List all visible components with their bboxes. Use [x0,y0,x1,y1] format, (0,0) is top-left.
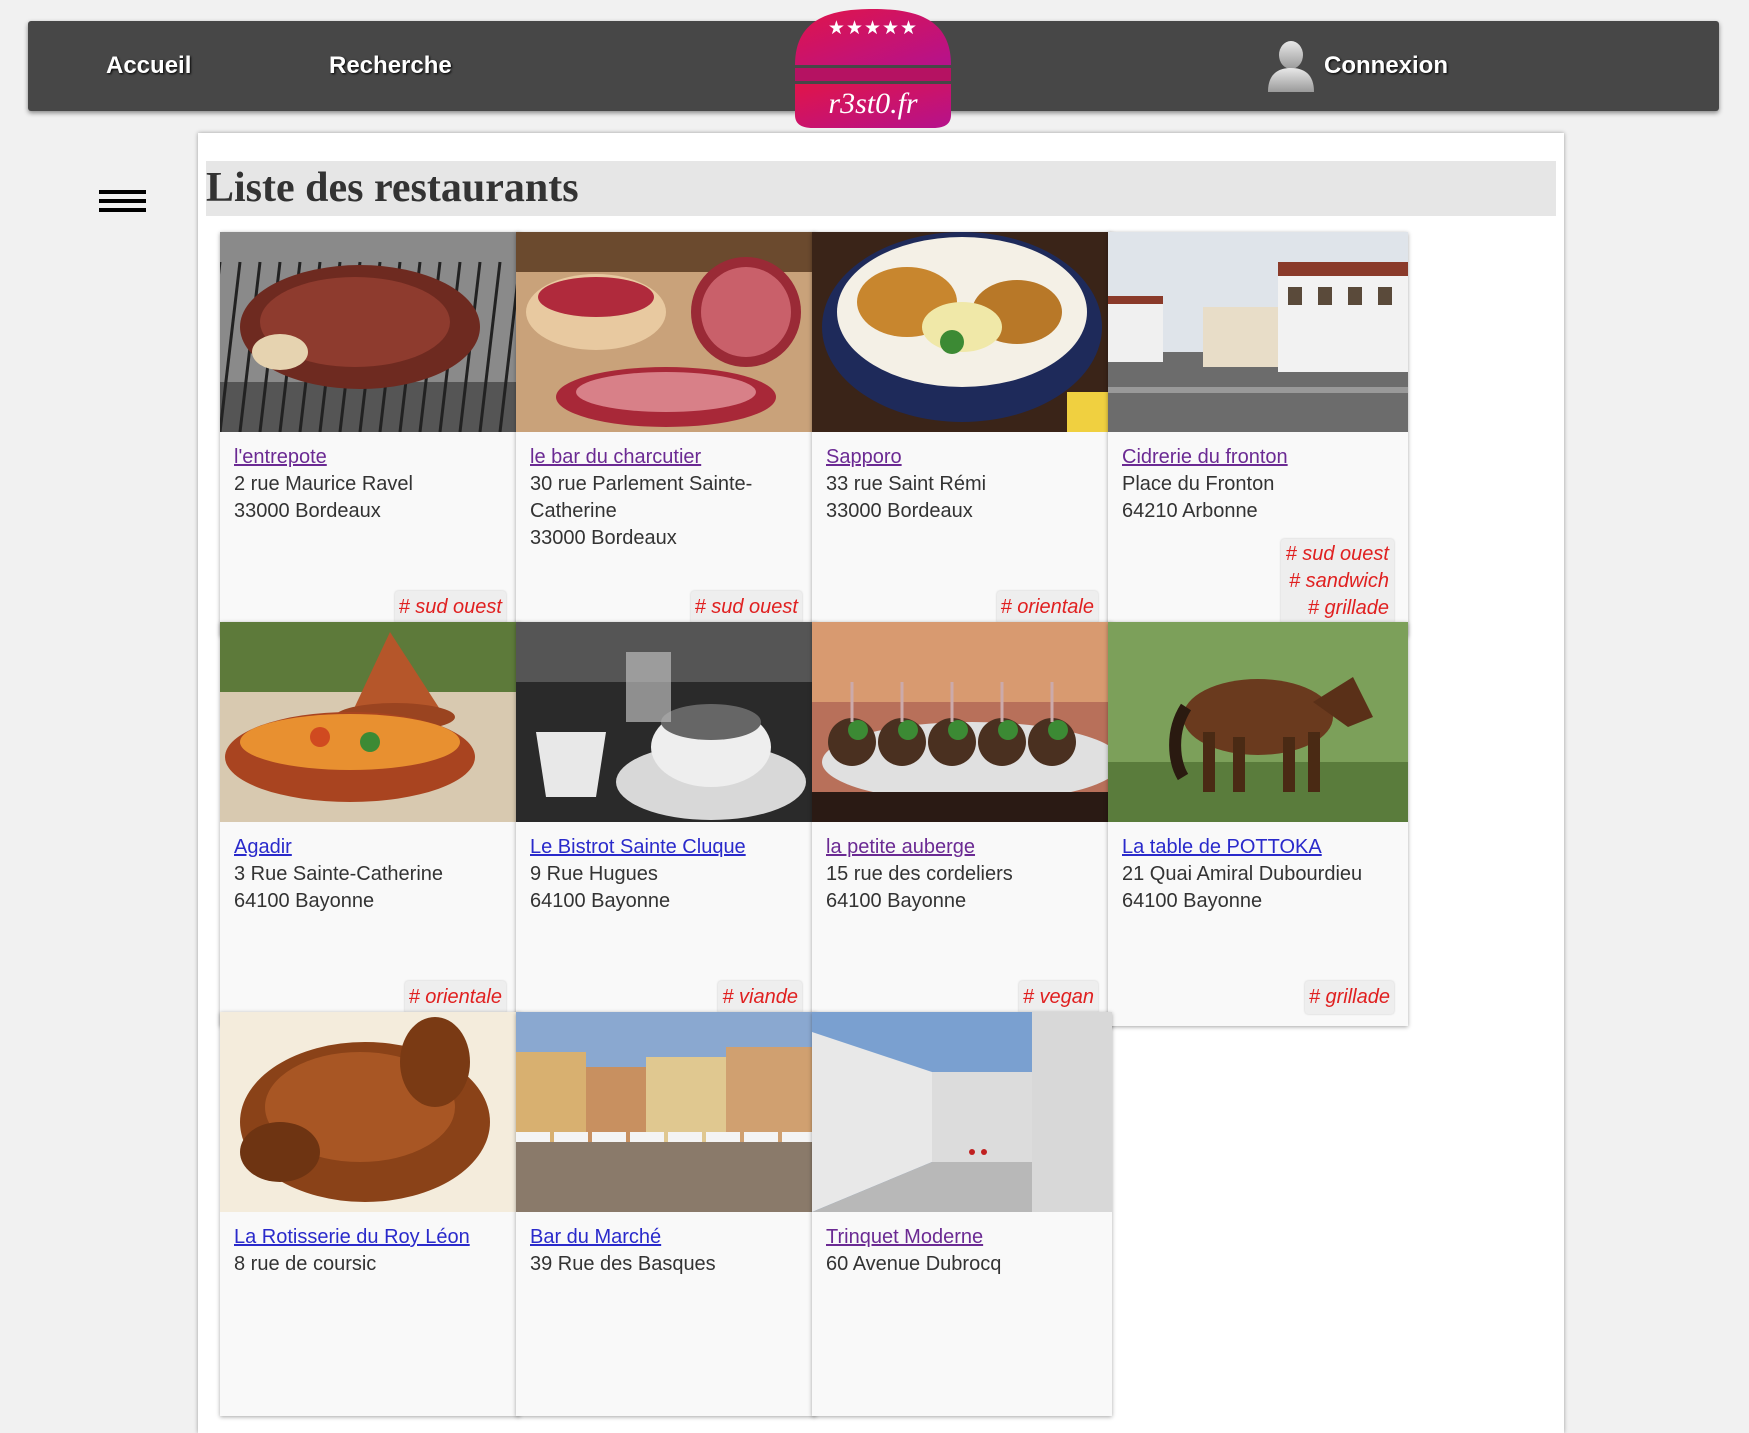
restaurant-info: Le Bistrot Sainte Cluque 9 Rue Hugues 6410… [530,834,802,915]
page-title: Liste des restaurants [206,161,1556,216]
tag-badge[interactable]: # orientale [404,981,506,1014]
restaurant-city: 33000 Bordeaux [234,500,381,522]
restaurant-card: la petite auberge 15 rue des cordeliers 64… [812,622,1112,1026]
restaurant-info: Cidrerie du fronton Place du Fronton 64210… [1122,444,1394,525]
restaurant-info: Agadir 3 Rue Sainte-Catherine 64100 Bayonn… [234,834,506,915]
restaurant-name-link[interactable]: La Rotisserie du Roy Léon [234,1224,506,1251]
restaurant-tags: # sud ouest [394,591,506,624]
logo-text: r3st0.fr [828,87,918,120]
restaurant-name-link[interactable]: La table de POTTOKA [1122,834,1394,861]
restaurant-tags: # orientale [404,981,506,1014]
restaurant-address: 3 Rue Sainte-Catherine [234,863,444,885]
restaurant-photo [812,1012,1112,1212]
restaurant-city: 64100 Bayonne [530,890,671,912]
restaurant-tags: # orientale [996,591,1098,624]
restaurant-address: 9 Rue Hugues [530,863,658,885]
restaurant-tags: # sud ouest # sandwich # grillade [1280,539,1394,624]
tag-badge[interactable]: # viande [718,981,802,1014]
tag-badge[interactable]: # sud ouest [394,591,506,624]
restaurant-info: La table de POTTOKA 21 Quai Amiral Dubour… [1122,834,1394,915]
restaurant-name-link[interactable]: Sapporo [826,444,1098,471]
nav-connexion-label: Connexion [1324,52,1448,79]
restaurant-card: Trinquet Moderne 60 Avenue Dubrocq [812,1012,1112,1416]
restaurant-tags: # sud ouest [690,591,802,624]
restaurant-address: 39 Rue des Basques [530,1253,716,1275]
restaurant-info: Bar du Marché 39 Rue des Basques [530,1224,802,1278]
restaurant-city: 64100 Bayonne [826,890,967,912]
restaurant-card: Le Bistrot Sainte Cluque 9 Rue Hugues 6410… [516,622,816,1026]
restaurant-address: 21 Quai Amiral Dubourdieu [1122,863,1363,885]
tag-badge[interactable]: # orientale [996,591,1098,624]
logo-stars: ★★★★★ [827,18,919,39]
restaurant-name-link[interactable]: Agadir [234,834,506,861]
user-avatar-icon [1264,38,1318,94]
restaurant-photo [812,232,1112,432]
tag-badge[interactable]: # sud ouest [1284,541,1391,568]
restaurant-name-link[interactable]: Le Bistrot Sainte Cluque [530,834,802,861]
restaurant-card: La table de POTTOKA 21 Quai Amiral Dubour… [1108,622,1408,1026]
restaurant-city: 64210 Arbonne [1122,500,1258,522]
restaurant-address: 15 rue des cordeliers [826,863,1013,885]
nav-connexion-link[interactable]: Connexion [1264,21,1448,111]
tag-badge[interactable]: # sandwich [1287,568,1391,595]
restaurant-name-link[interactable]: le bar du charcutier [530,444,802,471]
restaurant-info: la petite auberge 15 rue des cordeliers 64… [826,834,1098,915]
restaurant-name-link[interactable]: la petite auberge [826,834,1098,861]
restaurant-city: 33000 Bordeaux [826,500,973,522]
restaurant-name-link[interactable]: Trinquet Moderne [826,1224,1098,1251]
restaurant-card: Cidrerie du fronton Place du Fronton 64210… [1108,232,1408,636]
tag-badge[interactable]: # sud ouest [690,591,802,624]
tag-badge[interactable]: # vegan [1018,981,1098,1014]
restaurant-name-link[interactable]: Bar du Marché [530,1224,802,1251]
restaurant-photo [812,622,1112,822]
restaurant-address: 30 rue Parlement Sainte-Catherine [530,473,753,522]
restaurant-city: 33000 Bordeaux [530,527,677,549]
restaurant-info: le bar du charcutier 30 rue Parlement Sai… [530,444,802,552]
restaurant-info: Trinquet Moderne 60 Avenue Dubrocq [826,1224,1098,1278]
restaurant-info: Sapporo 33 rue Saint Rémi 33000 Bordeaux [826,444,1098,525]
restaurant-card: le bar du charcutier 30 rue Parlement Sai… [516,232,816,636]
site-logo[interactable]: ★★★★★ r3st0.fr [793,7,953,129]
nav-recherche-link[interactable]: Recherche [329,21,452,111]
restaurant-card: Sapporo 33 rue Saint Rémi 33000 Bordeaux # … [812,232,1112,636]
tag-badge[interactable]: # grillade [1304,981,1394,1014]
restaurant-address: 2 rue Maurice Ravel [234,473,413,495]
restaurant-photo [1108,622,1408,822]
restaurant-card: Agadir 3 Rue Sainte-Catherine 64100 Bayonn… [220,622,520,1026]
restaurant-address: 33 rue Saint Rémi [826,473,987,495]
nav-accueil-link[interactable]: Accueil [106,21,191,111]
restaurant-photo [220,232,520,433]
restaurant-card: La Rotisserie du Roy Léon 8 rue de coursi… [220,1012,520,1416]
restaurant-name-link[interactable]: Cidrerie du fronton [1122,444,1394,471]
restaurant-photo [220,622,520,822]
restaurant-address: Place du Fronton [1122,473,1275,495]
restaurant-tags: # grillade [1304,981,1394,1014]
restaurant-info: La Rotisserie du Roy Léon 8 rue de coursi… [234,1224,506,1278]
restaurant-card: l'entrepote 2 rue Maurice Ravel 33000 Bord… [220,232,520,636]
restaurant-city: 64100 Bayonne [234,890,375,912]
hamburger-menu-icon[interactable] [99,190,146,215]
restaurant-address: 8 rue de coursic [234,1253,377,1275]
restaurant-tags: # viande [718,981,802,1014]
restaurant-tags: # vegan [1018,981,1098,1014]
restaurant-photo [516,1012,816,1212]
restaurant-photo [1108,232,1408,432]
restaurant-photo [220,1012,520,1212]
restaurant-info: l'entrepote 2 rue Maurice Ravel 33000 Bord… [234,444,506,525]
restaurant-card: Bar du Marché 39 Rue des Basques [516,1012,816,1416]
restaurant-name-link[interactable]: l'entrepote [234,444,506,471]
restaurant-photo [516,232,816,432]
restaurant-photo [516,622,816,822]
restaurant-city: 64100 Bayonne [1122,890,1263,912]
main-content: Liste des restaurants l'entrepote 2 rue M… [198,133,1564,1433]
tag-badge[interactable]: # grillade [1306,595,1391,622]
restaurant-address: 60 Avenue Dubrocq [826,1253,1002,1275]
